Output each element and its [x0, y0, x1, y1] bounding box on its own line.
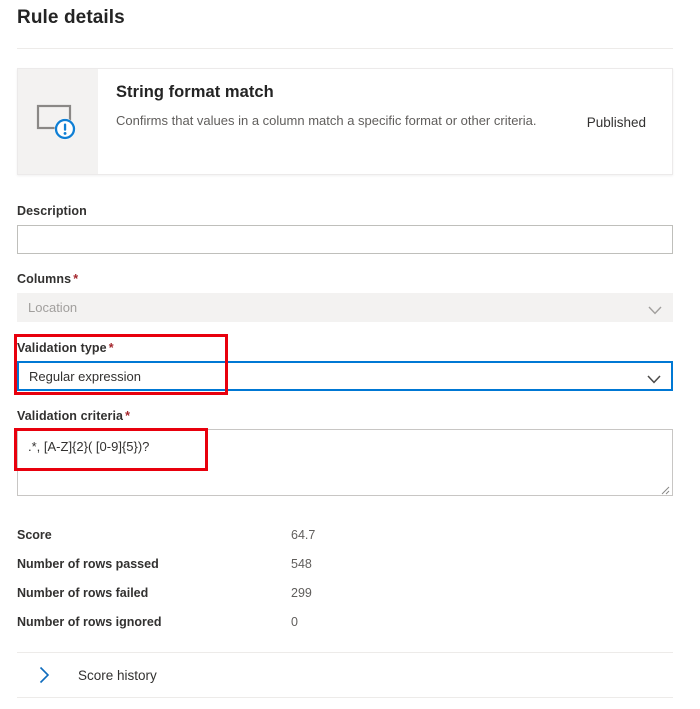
columns-dropdown[interactable]: Location	[17, 293, 673, 322]
header-divider	[17, 48, 673, 49]
score-history-divider-bottom	[17, 697, 673, 698]
resize-handle-icon[interactable]	[658, 482, 670, 495]
description-input[interactable]	[17, 225, 673, 254]
stat-value-rows-passed: 548	[291, 557, 312, 571]
rule-description: Confirms that values in a column match a…	[116, 113, 537, 128]
columns-dropdown-value: Location	[28, 300, 78, 315]
validation-type-label: Validation type *	[17, 341, 114, 355]
columns-label-text: Columns	[17, 272, 72, 286]
validation-type-dropdown[interactable]: Regular expression	[17, 361, 673, 391]
stat-value-rows-failed: 299	[291, 586, 312, 600]
score-history-accordion[interactable]: Score history	[17, 653, 673, 697]
validation-criteria-textarea[interactable]: .*, [A-Z]{2}( [0-9]{5})?	[17, 429, 673, 496]
rule-icon-panel	[18, 69, 98, 174]
rule-summary-card: String format match Confirms that values…	[17, 68, 673, 175]
stat-label-rows-passed: Number of rows passed	[17, 557, 159, 571]
rule-name: String format match	[116, 83, 274, 101]
stat-label-score: Score	[17, 528, 52, 542]
rule-card-text: String format match Confirms that values…	[116, 83, 537, 130]
stat-value-rows-ignored: 0	[291, 615, 298, 629]
validation-criteria-value: .*, [A-Z]{2}( [0-9]{5})?	[28, 439, 150, 454]
description-label-text: Description	[17, 204, 87, 218]
rule-card-body: String format match Confirms that values…	[98, 69, 672, 174]
chevron-right-icon	[29, 666, 59, 684]
score-history-label: Score history	[78, 667, 157, 683]
validation-type-required-marker: *	[108, 341, 114, 355]
validation-type-label-text: Validation type	[17, 341, 107, 355]
validation-criteria-required-marker: *	[125, 409, 131, 423]
page-title: Rule details	[17, 7, 125, 28]
columns-label: Columns *	[17, 272, 78, 286]
chevron-down-icon	[647, 372, 661, 383]
stat-label-rows-failed: Number of rows failed	[17, 586, 149, 600]
rule-details-page: Rule details String format match Confirm…	[0, 0, 700, 709]
rule-status-badge: Published	[586, 115, 646, 130]
validation-type-dropdown-value: Regular expression	[29, 368, 142, 384]
chevron-down-icon	[648, 303, 662, 315]
description-label: Description	[17, 204, 87, 218]
columns-required-marker: *	[73, 272, 79, 286]
validation-criteria-label-text: Validation criteria	[17, 409, 124, 423]
validation-criteria-label: Validation criteria *	[17, 409, 130, 423]
stat-value-score: 64.7	[291, 528, 316, 542]
stat-label-rows-ignored: Number of rows ignored	[17, 615, 162, 629]
screen-alert-icon	[36, 102, 80, 142]
